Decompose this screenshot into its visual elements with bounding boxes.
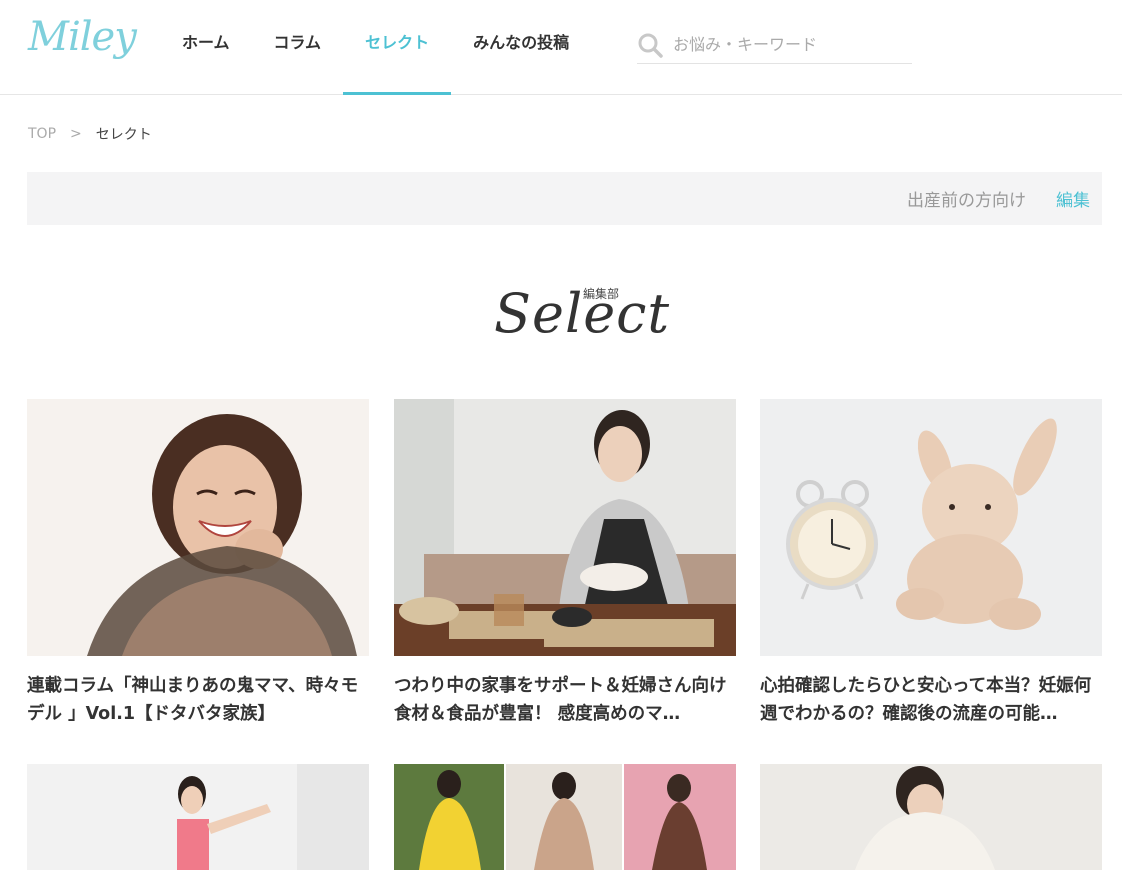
site-logo[interactable]: Miley xyxy=(28,14,137,60)
search-box xyxy=(637,26,912,64)
nav-select[interactable]: セレクト xyxy=(343,0,452,95)
filter-label[interactable]: 出産前の方向け xyxy=(907,186,1026,211)
filter-bar: 出産前の方向け 編集 xyxy=(27,172,1102,225)
article-card[interactable]: つわり中の家事をサポート＆妊婦さん向け食材＆食品が豊富！ 感度高めのマ… xyxy=(394,399,736,728)
article-title[interactable]: つわり中の家事をサポート＆妊婦さん向け食材＆食品が豊富！ 感度高めのマ… xyxy=(394,672,736,728)
article-thumbnail[interactable] xyxy=(27,399,369,656)
site-header: Miley ホーム コラム セレクト みんなの投稿 xyxy=(0,0,1122,95)
article-card[interactable] xyxy=(27,764,369,870)
article-thumbnail[interactable] xyxy=(760,764,1102,870)
article-thumbnail[interactable] xyxy=(760,399,1102,656)
nav-home[interactable]: ホーム xyxy=(160,0,252,95)
breadcrumb-top-link[interactable]: TOP xyxy=(28,126,56,142)
article-card[interactable] xyxy=(394,764,736,870)
article-thumbnail[interactable] xyxy=(394,399,736,656)
nav-column[interactable]: コラム xyxy=(252,0,344,95)
article-thumbnail[interactable] xyxy=(27,764,369,870)
article-card[interactable]: 連載コラム「神山まりあの鬼ママ、時々モデル 」Vol.1【ドタバタ家族】 xyxy=(27,399,369,728)
breadcrumb: TOP > セレクト xyxy=(28,124,152,144)
article-card[interactable]: 心拍確認したらひと安心って本当？妊娠何週でわかるの？確認後の流産の可能… xyxy=(760,399,1102,728)
article-card[interactable] xyxy=(760,764,1102,870)
search-icon[interactable] xyxy=(637,32,663,58)
breadcrumb-current: セレクト xyxy=(95,127,152,143)
filter-edit-link[interactable]: 編集 xyxy=(1056,186,1090,211)
article-title[interactable]: 連載コラム「神山まりあの鬼ママ、時々モデル 」Vol.1【ドタバタ家族】 xyxy=(27,672,369,728)
main-nav: ホーム コラム セレクト みんなの投稿 xyxy=(160,0,591,95)
article-title[interactable]: 心拍確認したらひと安心って本当？妊娠何週でわかるの？確認後の流産の可能… xyxy=(760,672,1102,728)
article-thumbnail[interactable] xyxy=(394,764,736,870)
nav-posts[interactable]: みんなの投稿 xyxy=(451,0,591,95)
section-subtitle: 編集部 xyxy=(583,287,620,301)
search-input[interactable] xyxy=(673,35,903,54)
breadcrumb-separator: > xyxy=(70,126,82,142)
